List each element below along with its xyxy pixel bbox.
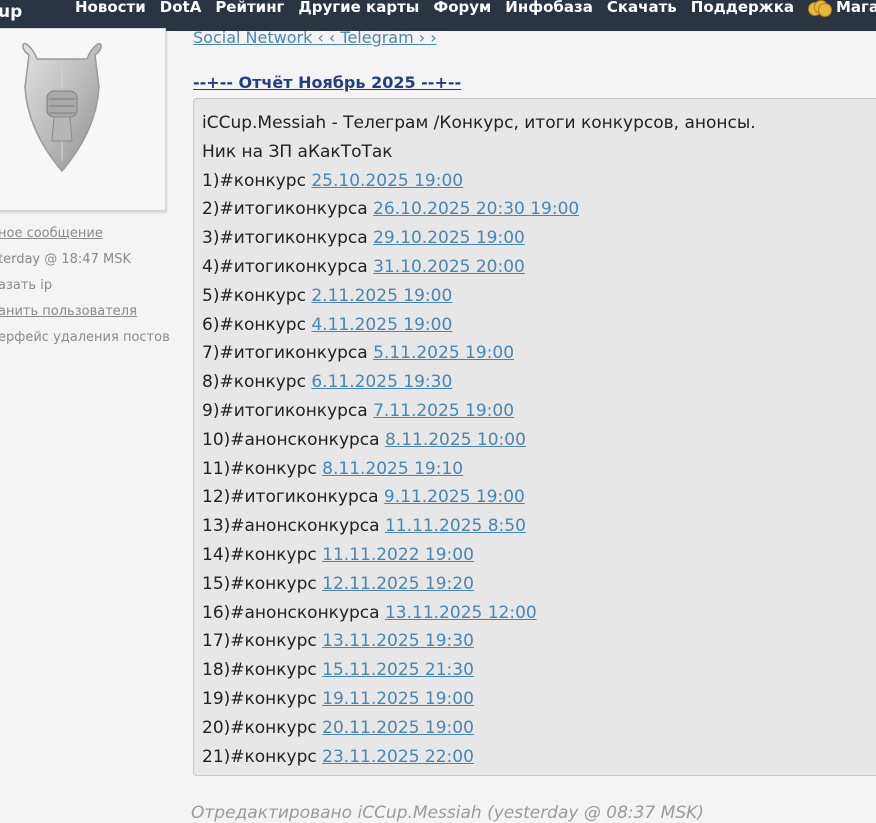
- entry-date-link[interactable]: 13.11.2025 12:00: [385, 603, 537, 623]
- entry-tag: 21)#конкурс: [202, 746, 323, 767]
- report-entry: 18)#конкурс 15.11.2025 21:30: [202, 656, 876, 685]
- top-navigation-bar: up Новости DotA Рейтинг Другие карты Фор…: [0, 0, 876, 31]
- report-entry: 3)#итогиконкурса 29.10.2025 19:00: [202, 224, 876, 253]
- post-timestamp: terday @ 18:47 MSK: [0, 252, 131, 267]
- report-entry: 2)#итогиконкурса 26.10.2025 20:30 19:00: [202, 195, 876, 224]
- entry-date-link[interactable]: 15.11.2025 21:30: [322, 660, 474, 680]
- report-nickname-line: Ник на ЗП аКакТоТак: [202, 141, 393, 162]
- delete-posts-interface-link[interactable]: ерфейс удаления постов: [0, 328, 170, 354]
- report-entry: 10)#анонсконкурса 8.11.2025 10:00: [202, 426, 876, 455]
- report-title-link[interactable]: --+-- Отчёт Ноябрь 2025 --+--: [193, 73, 461, 92]
- nav-item-rating[interactable]: Рейтинг: [215, 0, 284, 15]
- entry-date-link[interactable]: 4.11.2025 19:00: [311, 315, 452, 335]
- report-entry: 12)#итогиконкурса 9.11.2025 19:00: [202, 483, 876, 512]
- nav-item-forum[interactable]: Форум: [433, 0, 491, 15]
- entry-tag: 16)#анонсконкурса: [202, 602, 385, 623]
- entry-date-link[interactable]: 29.10.2025 19:00: [373, 228, 525, 248]
- entry-tag: 14)#конкурс: [202, 544, 323, 565]
- user-avatar-frame: [0, 28, 166, 211]
- ban-user-link[interactable]: анить пользователя: [0, 302, 170, 328]
- entry-tag: 9)#итогиконкурса: [202, 400, 374, 421]
- report-entry: 16)#анонсконкурса 13.11.2025 12:00: [202, 599, 876, 628]
- entry-tag: 7)#итогиконкурса: [202, 343, 374, 364]
- entry-date-link[interactable]: 2.11.2025 19:00: [311, 286, 452, 306]
- entry-tag: 19)#конкурс: [202, 688, 323, 709]
- entry-tag: 10)#анонсконкурса: [202, 429, 385, 450]
- report-entry: 5)#конкурс 2.11.2025 19:00: [202, 282, 876, 311]
- entry-tag: 5)#конкурс: [202, 285, 312, 306]
- post-actions-list: ное сообщение terday @ 18:47 MSK азать i…: [0, 224, 170, 354]
- report-entry: 1)#конкурс 25.10.2025 19:00: [202, 167, 876, 196]
- entry-date-link[interactable]: 23.11.2025 22:00: [322, 747, 474, 767]
- entry-date-link[interactable]: 13.11.2025 19:30: [322, 631, 474, 651]
- report-entry: 21)#конкурс 23.11.2025 22:00: [202, 743, 876, 772]
- nav-item-shop[interactable]: Магазин: [808, 0, 876, 17]
- entry-date-link[interactable]: 11.11.2025 8:50: [385, 516, 526, 536]
- entry-date-link[interactable]: 5.11.2025 19:00: [373, 343, 514, 363]
- entry-tag: 18)#конкурс: [202, 660, 323, 681]
- main-nav: Новости DotA Рейтинг Другие карты Форум …: [75, 0, 876, 17]
- entry-tag: 2)#итогиконкурса: [202, 199, 374, 220]
- entry-date-link[interactable]: 8.11.2025 19:10: [322, 459, 463, 479]
- entry-date-link[interactable]: 26.10.2025 20:30 19:00: [373, 199, 579, 219]
- report-entry: 14)#конкурс 11.11.2022 19:00: [202, 541, 876, 570]
- coins-icon: [808, 0, 832, 17]
- site-logo[interactable]: up: [0, 2, 22, 22]
- entry-date-link[interactable]: 25.10.2025 19:00: [311, 171, 463, 191]
- report-entry: 13)#анонсконкурса 11.11.2025 8:50: [202, 512, 876, 541]
- nav-item-other-maps[interactable]: Другие карты: [298, 0, 419, 15]
- report-entry: 11)#конкурс 8.11.2025 19:10: [202, 455, 876, 484]
- entry-tag: 11)#конкурс: [202, 458, 323, 479]
- report-header-line: iCCup.Messiah - Телеграм /Конкурс, итоги…: [202, 113, 756, 133]
- entry-date-link[interactable]: 7.11.2025 19:00: [373, 401, 514, 421]
- entry-tag: 15)#конкурс: [202, 573, 323, 594]
- entry-date-link[interactable]: 9.11.2025 19:00: [384, 487, 525, 507]
- nav-item-news[interactable]: Новости: [75, 0, 146, 15]
- nav-item-infobase[interactable]: Инфобаза: [505, 0, 593, 15]
- entry-date-link[interactable]: 11.11.2022 19:00: [322, 545, 474, 565]
- entry-tag: 3)#итогиконкурса: [202, 228, 374, 249]
- nav-item-dota[interactable]: DotA: [160, 0, 202, 15]
- entry-tag: 17)#конкурс: [202, 631, 323, 652]
- report-entry: 9)#итогиконкурса 7.11.2025 19:00: [202, 397, 876, 426]
- private-message-link[interactable]: ное сообщение: [0, 224, 170, 250]
- report-content-box: iCCup.Messiah - Телеграм /Конкурс, итоги…: [193, 98, 876, 776]
- report-entry: 17)#конкурс 13.11.2025 19:30: [202, 627, 876, 656]
- report-entry: 4)#итогиконкурса 31.10.2025 20:00: [202, 253, 876, 282]
- report-entry: 6)#конкурс 4.11.2025 19:00: [202, 311, 876, 340]
- nav-item-download[interactable]: Скачать: [607, 0, 677, 15]
- entry-tag: 12)#итогиконкурса: [202, 487, 384, 508]
- entry-date-link[interactable]: 12.11.2025 19:20: [322, 574, 474, 594]
- report-entry: 8)#конкурс 6.11.2025 19:30: [202, 368, 876, 397]
- entry-date-link[interactable]: 6.11.2025 19:30: [311, 372, 452, 392]
- entry-tag: 1)#конкурс: [202, 170, 312, 191]
- report-entries-list: 1)#конкурс 25.10.2025 19:00 2)#итогиконку…: [202, 167, 876, 772]
- entry-tag: 4)#итогиконкурса: [202, 256, 374, 277]
- edited-note: Отредактировано iCCup.Messiah (yesterday…: [191, 803, 704, 823]
- report-entry: 15)#конкурс 12.11.2025 19:20: [202, 570, 876, 599]
- avatar-shield-fist-icon: [22, 43, 102, 173]
- entry-date-link[interactable]: 31.10.2025 20:00: [373, 257, 525, 277]
- report-entry: 20)#конкурс 20.11.2025 19:00: [202, 714, 876, 743]
- social-network-telegram-link[interactable]: Social Network ‹ ‹ Telegram › ›: [193, 28, 437, 47]
- entry-tag: 6)#конкурс: [202, 314, 312, 335]
- entry-date-link[interactable]: 8.11.2025 10:00: [385, 430, 526, 450]
- shop-label: Магазин: [836, 0, 876, 16]
- report-entry: 7)#итогиконкурса 5.11.2025 19:00: [202, 339, 876, 368]
- nav-item-support[interactable]: Поддержка: [691, 0, 794, 15]
- entry-tag: 20)#конкурс: [202, 717, 323, 738]
- entry-date-link[interactable]: 19.11.2025 19:00: [322, 689, 474, 709]
- show-ip-link[interactable]: азать ip: [0, 276, 170, 302]
- entry-tag: 8)#конкурс: [202, 372, 312, 393]
- entry-date-link[interactable]: 20.11.2025 19:00: [322, 718, 474, 738]
- entry-tag: 13)#анонсконкурса: [202, 516, 385, 537]
- report-entry: 19)#конкурс 19.11.2025 19:00: [202, 685, 876, 714]
